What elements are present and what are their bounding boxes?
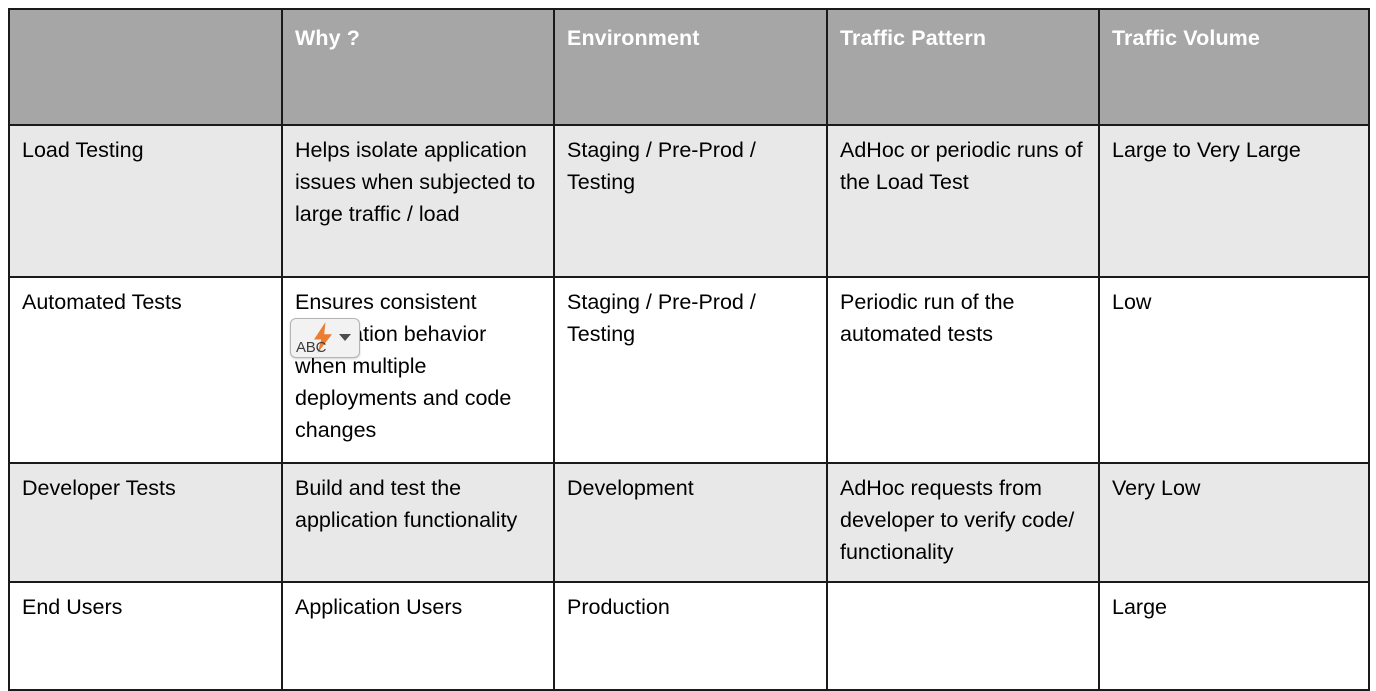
cell-traffic-volume: Very Low — [1098, 462, 1370, 583]
cell-text: AdHoc requests from developer to verify … — [840, 476, 1075, 565]
cell-text: Large — [1112, 595, 1167, 619]
chevron-down-icon[interactable] — [339, 334, 351, 341]
cell-text: Staging / Pre-Prod / Testing — [567, 290, 756, 347]
cell-traffic-volume: Large to Very Large — [1098, 124, 1370, 278]
cell-why: Helps isolate application issues when su… — [281, 124, 555, 278]
column-header-why: Why ? — [281, 8, 555, 126]
cell-text: Development — [567, 476, 694, 500]
cell-text: Ensures consistent application behavior … — [295, 290, 512, 443]
cell-category: Automated Tests — [8, 276, 283, 464]
table-row: End Users Application Users Production L… — [8, 581, 1370, 691]
cell-text: Automated Tests — [22, 290, 182, 314]
column-header-category — [8, 8, 283, 126]
cell-traffic-pattern: AdHoc requests from developer to verify … — [826, 462, 1100, 583]
autocorrect-options-button[interactable]: ABC — [290, 318, 360, 358]
cell-why: Application Users — [281, 581, 555, 691]
column-header-traffic-pattern: Traffic Pattern — [826, 8, 1100, 126]
cell-text: Low — [1112, 290, 1152, 314]
cell-category: Developer Tests — [8, 462, 283, 583]
cell-text: End Users — [22, 595, 123, 619]
table-row: Developer Tests Build and test the appli… — [8, 462, 1370, 583]
cell-text: Build and test the application functiona… — [295, 476, 518, 533]
cell-why: Ensures consistent application behavior … — [281, 276, 555, 464]
table-row: Automated Tests Ensures consistent appli… — [8, 276, 1370, 464]
cell-traffic-pattern: AdHoc or periodic runs of the Load Test — [826, 124, 1100, 278]
cell-text: AdHoc or periodic runs of the Load Test — [840, 138, 1083, 195]
table-row: Load Testing Helps isolate application i… — [8, 124, 1370, 278]
cell-text: Very Low — [1112, 476, 1201, 500]
cell-category: Load Testing — [8, 124, 283, 278]
cell-text: Helps isolate application issues when su… — [295, 138, 536, 227]
cell-environment: Staging / Pre-Prod / Testing — [553, 124, 828, 278]
cell-environment: Production — [553, 581, 828, 691]
cell-category: End Users — [8, 581, 283, 691]
cell-text: Application Users — [295, 595, 463, 619]
cell-traffic-volume: Low — [1098, 276, 1370, 464]
cell-text: Production — [567, 595, 670, 619]
autocorrect-abc-label: ABC — [296, 339, 327, 356]
cell-why: Build and test the application functiona… — [281, 462, 555, 583]
cell-text: Large to Very Large — [1112, 138, 1301, 162]
cell-environment: Development — [553, 462, 828, 583]
cell-text: Staging / Pre-Prod / Testing — [567, 138, 756, 195]
testing-comparison-table: Why ? Environment Traffic Pattern Traffi… — [8, 8, 1370, 691]
cell-text: Developer Tests — [22, 476, 176, 500]
cell-traffic-volume: Large — [1098, 581, 1370, 691]
cell-environment: Staging / Pre-Prod / Testing — [553, 276, 828, 464]
document-canvas: Why ? Environment Traffic Pattern Traffi… — [0, 0, 1376, 691]
cell-text: Periodic run of the automated tests — [840, 290, 1015, 347]
cell-traffic-pattern: Periodic run of the automated tests — [826, 276, 1100, 464]
column-header-environment: Environment — [553, 8, 828, 126]
cell-traffic-pattern — [826, 581, 1100, 691]
table-header-row: Why ? Environment Traffic Pattern Traffi… — [8, 8, 1370, 126]
column-header-traffic-volume: Traffic Volume — [1098, 8, 1370, 126]
cell-text: Load Testing — [22, 138, 144, 162]
